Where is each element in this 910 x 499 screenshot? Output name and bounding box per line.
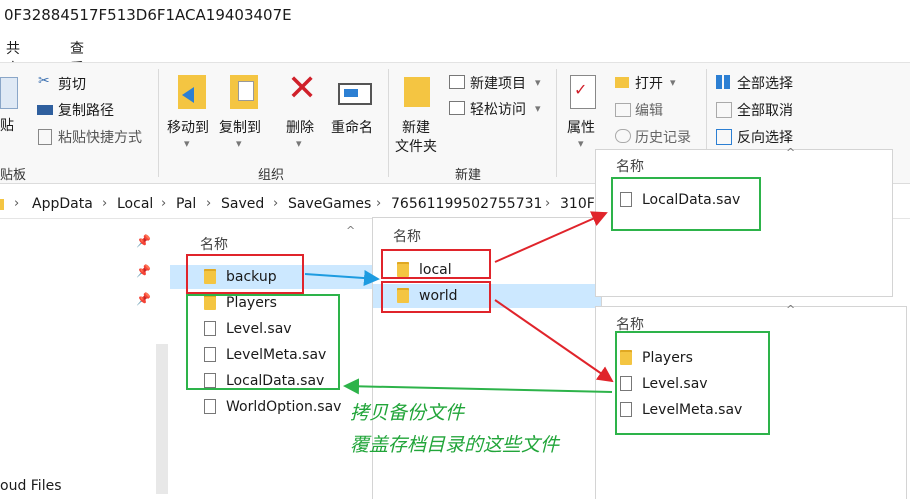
annotation-line-1: 拷贝备份文件 [350, 402, 465, 424]
annotation-line-2: 覆盖存档目录的这些文件 [350, 434, 560, 456]
arrow-world-to-pane [494, 299, 614, 383]
arrow-copy-back [343, 378, 613, 395]
arrow-backup-to-pane [304, 270, 380, 287]
arrow-local-to-pane [494, 211, 608, 263]
